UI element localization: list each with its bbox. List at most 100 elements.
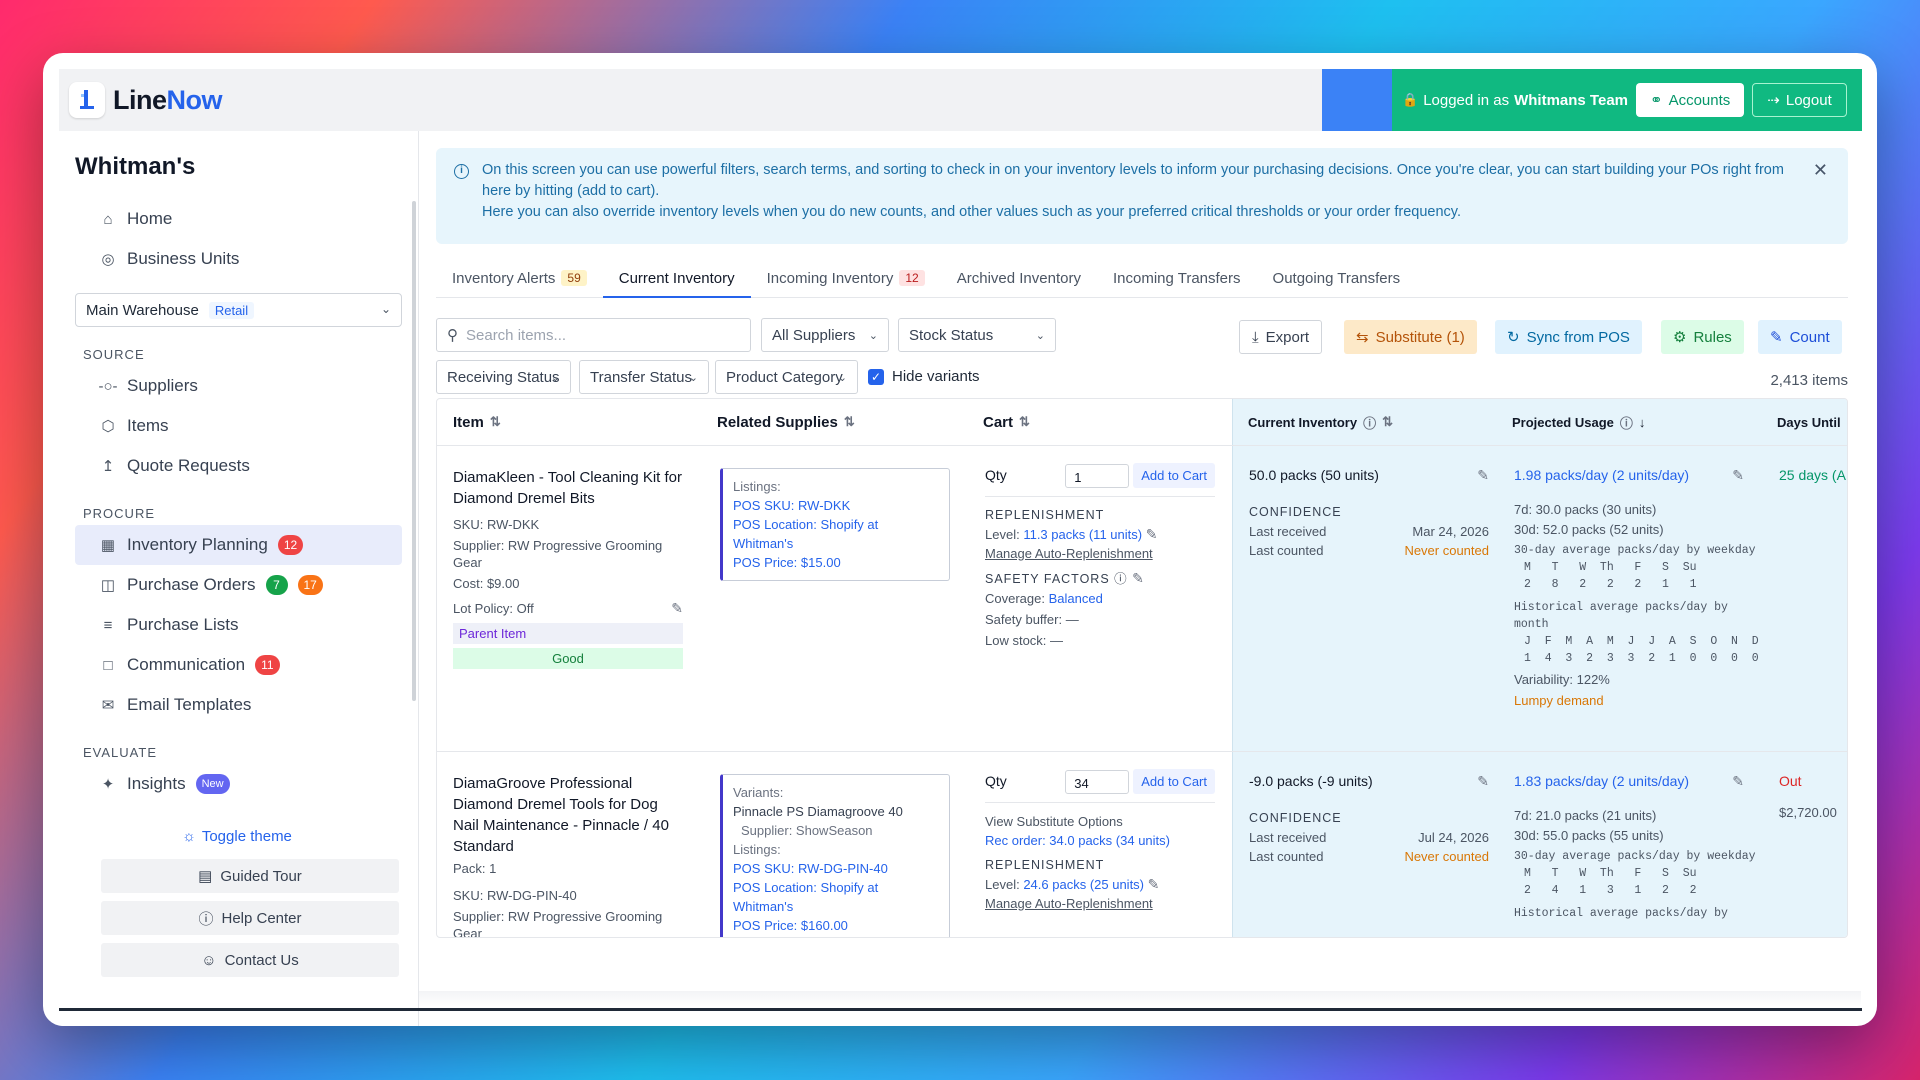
tab-label: Inventory Alerts [452,270,556,287]
sidebar-item-business-units[interactable]: ◎ Business Units [75,239,402,279]
logged-in-label: Logged in as [1423,91,1510,109]
suppliers-select[interactable]: All Suppliers ⌄ [761,318,889,352]
recommended-order[interactable]: Rec order: 34.0 packs (34 units) [985,832,1215,849]
pos-sku[interactable]: POS SKU: RW-DKK [733,496,939,515]
item-title[interactable]: DiamaGroove Professional Diamond Dremel … [453,773,683,857]
tab-incoming-inventory[interactable]: Incoming Inventory 12 [751,260,941,298]
sidebar-item-label: Purchase Lists [127,615,239,634]
cart-divider [985,802,1215,803]
tab-current-inventory[interactable]: Current Inventory [602,260,751,298]
contact-us-button[interactable]: ☺ Contact Us [101,943,399,977]
sidebar-item-label: Insights [127,774,186,793]
level-value[interactable]: 24.6 packs (25 units) [1023,877,1144,892]
pencil-icon[interactable]: ✎ [1732,773,1744,790]
col-label: Projected Usage [1512,414,1614,430]
toggle-theme-label: Toggle theme [201,827,292,845]
tab-inventory-alerts[interactable]: Inventory Alerts 59 [436,260,603,298]
transfer-status-select[interactable]: Transfer Status ⌄ [579,360,709,394]
toggle-theme-button[interactable]: ☼ Toggle theme [75,821,399,851]
usage-value[interactable]: 1.98 packs/day (2 units/day) [1514,467,1689,484]
col-header-days[interactable]: Days Until [1777,399,1841,445]
info-icon: ⓘ [1363,415,1377,431]
view-substitute-options-link[interactable]: View Substitute Options [985,813,1215,830]
tab-archived-inventory[interactable]: Archived Inventory [941,260,1097,298]
pencil-icon[interactable]: ✎ [1477,467,1489,484]
sidebar-item-home[interactable]: ⌂ Home [75,199,402,239]
qty-input[interactable]: 34 [1065,769,1130,794]
qty-label: Qty [985,773,1007,789]
count-button[interactable]: ✎ Count [1758,320,1842,354]
current-inventory-value[interactable]: 50.0 packs (50 units) [1249,467,1379,484]
add-to-cart-button[interactable]: Add to Cart [1133,769,1215,794]
sidebar-item-purchase-lists[interactable]: ≡ Purchase Lists [75,605,402,645]
col-header-related[interactable]: Related Supplies ⇅ [717,399,855,445]
section-source: SOURCE [83,347,145,362]
level-value[interactable]: 11.3 packs (11 units) [1023,527,1142,542]
tab-incoming-transfers[interactable]: Incoming Transfers [1097,260,1257,298]
sidebar-item-communication[interactable]: □ Communication 11 [75,645,402,685]
substitute-button[interactable]: ⇆ Substitute (1) [1344,320,1477,354]
pos-sku[interactable]: POS SKU: RW-DG-PIN-40 [733,859,939,878]
sun-icon: ☼ [182,827,196,845]
sync-pos-button[interactable]: ↻ Sync from POS [1495,320,1642,354]
logout-button[interactable]: ⇢ Logout [1752,83,1847,117]
row2-value: $2,720.00 [1779,805,1837,820]
low-stock: Low stock: — [985,633,1064,648]
sidebar-item-suppliers[interactable]: -○- Suppliers [75,366,402,406]
add-to-cart-button[interactable]: Add to Cart [1133,463,1215,488]
accounts-button[interactable]: ⚭ Accounts [1636,83,1745,117]
close-icon[interactable]: ✕ [1813,160,1828,181]
sidebar-item-purchase-orders[interactable]: ◫ Purchase Orders 7 17 [75,565,402,605]
pencil-icon[interactable]: ✎ [1148,876,1160,892]
row1-current: 50.0 packs (50 units) ✎ CONFIDENCE Last r… [1249,467,1489,559]
tab-outgoing-transfers[interactable]: Outgoing Transfers [1257,260,1417,298]
sidebar-item-inventory-planning[interactable]: ▦ Inventory Planning 12 [75,525,402,565]
help-center-button[interactable]: ⓘ Help Center [101,901,399,935]
export-button[interactable]: ⤓ Export [1239,320,1322,354]
pos-location[interactable]: POS Location: Shopify at Whitman's [733,515,939,553]
pencil-icon[interactable]: ✎ [1732,467,1744,484]
link-icon: ⚭ [1650,92,1663,109]
receiving-status-select[interactable]: Receiving Status ⌄ [436,360,571,394]
sidebar-item-quote-requests[interactable]: ↥ Quote Requests [75,446,402,486]
count-label: Count [1789,328,1830,346]
replenishment-label: REPLENISHMENT [985,858,1105,872]
sidebar-item-insights[interactable]: ✦ Insights New [75,764,402,804]
product-category-select[interactable]: Product Category ⌄ [715,360,858,394]
current-inventory-value[interactable]: -9.0 packs (-9 units) [1249,773,1373,790]
receiving-status-value: Receiving Status [447,368,560,386]
manage-auto-replenishment-link[interactable]: Manage Auto-Replenishment [985,895,1215,912]
item-cost: Cost: $9.00 [453,576,520,591]
stock-status-select[interactable]: Stock Status ⌄ [898,318,1056,352]
col-header-cart[interactable]: Cart ⇅ [983,399,1030,445]
search-input[interactable]: ⚲ Search items... [436,318,751,352]
col-header-projected[interactable]: Projected Usage ⓘ ↓ [1512,399,1645,445]
level-prefix: Level: [985,527,1020,542]
checkbox-checked-icon[interactable]: ✓ [868,368,884,385]
usage-value[interactable]: 1.83 packs/day (2 units/day) [1514,773,1689,790]
rules-button[interactable]: ⚙ Rules [1661,320,1744,354]
coverage-value[interactable]: Balanced [1049,591,1103,606]
home-icon: ⌂ [103,210,113,228]
pencil-icon[interactable]: ✎ [1146,526,1158,542]
guided-tour-button[interactable]: ▤ Guided Tour [101,859,399,893]
refresh-icon: ↻ [1507,329,1520,346]
header-accent [1322,69,1392,131]
logo[interactable]: LineNow [69,82,223,118]
pencil-icon[interactable]: ✎ [1477,773,1489,790]
user-icon: ☺ [201,951,217,969]
sidebar-item-items[interactable]: ⬡ Items [75,406,402,446]
pos-location[interactable]: POS Location: Shopify at Whitman's [733,878,939,916]
qty-input[interactable]: 1 [1065,463,1130,488]
pencil-icon[interactable]: ✎ [671,600,683,617]
hide-variants-toggle[interactable]: ✓ Hide variants [868,368,980,385]
item-title[interactable]: DiamaKleen - Tool Cleaning Kit for Diamo… [453,467,683,509]
manage-auto-replenishment-link[interactable]: Manage Auto-Replenishment [985,545,1215,562]
sidebar-item-email-templates[interactable]: ✉ Email Templates [75,685,402,725]
col-header-current[interactable]: Current Inventory ⓘ ⇅ [1248,399,1393,445]
listings-label: Listings: [733,842,781,857]
sidebar-scrollbar[interactable] [412,201,416,701]
col-header-item[interactable]: Item ⇅ [453,399,501,445]
pencil-icon[interactable]: ✎ [1132,570,1145,586]
warehouse-select[interactable]: Main Warehouse Retail ⌄ [75,293,402,327]
